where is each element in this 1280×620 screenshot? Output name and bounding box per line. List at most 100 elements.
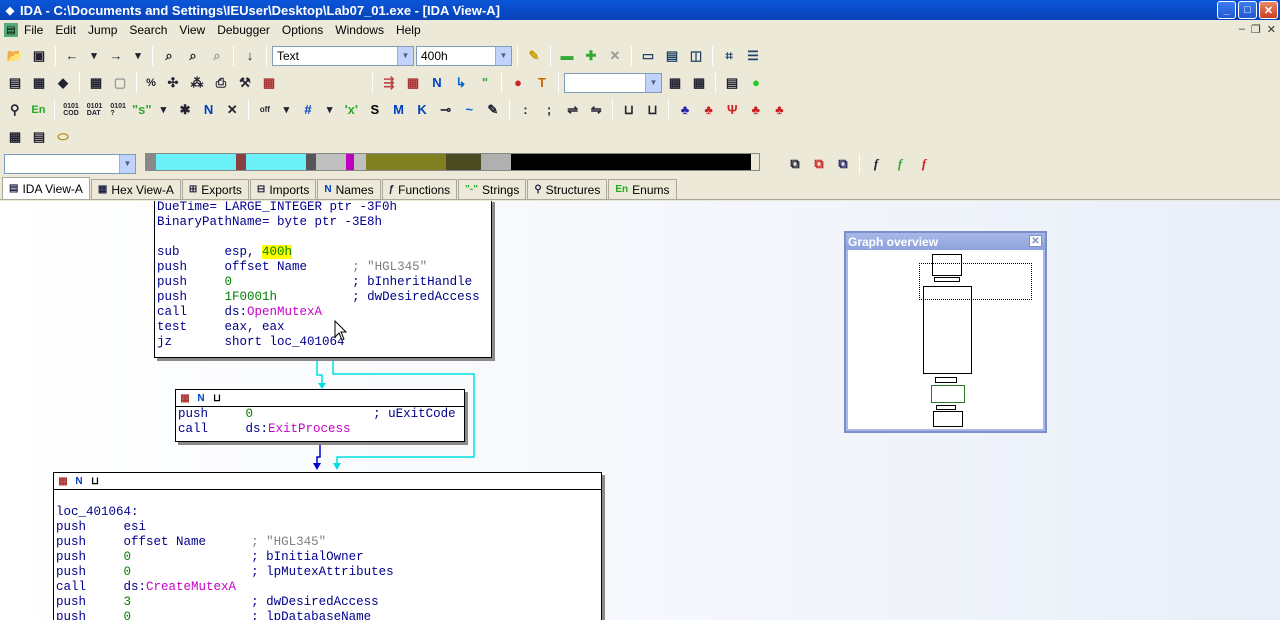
stack-window-icon[interactable]: ⧉	[832, 153, 854, 175]
menu-debugger[interactable]: Debugger	[211, 23, 276, 37]
function-end-icon[interactable]: f	[913, 153, 935, 175]
tab-hex-view-a[interactable]: ▦ Hex View-A	[90, 179, 181, 199]
tab-strings[interactable]: "-" Strings	[458, 179, 527, 199]
menu-edit[interactable]: Edit	[49, 23, 82, 37]
search-next-icon[interactable]: ⌕	[182, 45, 204, 67]
menu-windows[interactable]: Windows	[329, 23, 390, 37]
minimize-button[interactable]: _	[1217, 1, 1236, 19]
mdi-restore-icon[interactable]: ❐	[1251, 23, 1261, 36]
char-icon[interactable]: 'x'	[341, 99, 363, 121]
delete-icon[interactable]: ✕	[604, 45, 626, 67]
disassembly-graph[interactable]: DueTime= LARGE_INTEGER ptr -3F0h BinaryPa…	[0, 201, 1280, 620]
string-format-dropdown-icon[interactable]: ▾	[155, 99, 173, 121]
graph-overview-window[interactable]: Graph overview ✕	[844, 231, 1047, 433]
bars-icon[interactable]: ⊔	[618, 99, 640, 121]
binoculars-icon[interactable]: ⌕	[158, 45, 180, 67]
menu-search[interactable]: Search	[123, 23, 173, 37]
debugger-settings-icon[interactable]: ▦	[688, 72, 710, 94]
print-icon[interactable]: ⎙	[210, 72, 232, 94]
code-block-exit[interactable]: ▦ N ⊔ push 0 ; uExitCode call ds:ExitProc…	[175, 389, 465, 442]
graph-overview-canvas[interactable]	[846, 250, 1045, 431]
mdi-minimize-icon[interactable]: –	[1239, 23, 1245, 36]
cascade-icon[interactable]: ⧉	[784, 153, 806, 175]
db-icon[interactable]: ⬭	[52, 126, 74, 148]
negate-icon[interactable]: ⊸	[435, 99, 457, 121]
code-label[interactable]: loc_401064:	[54, 505, 601, 520]
segment-select[interactable]: ▼	[564, 72, 662, 93]
segments-icon[interactable]: ⇶	[378, 72, 400, 94]
overview-viewport[interactable]	[919, 263, 1032, 300]
menu-options[interactable]: Options	[276, 23, 329, 37]
breakpoint-icon[interactable]: ●	[507, 72, 529, 94]
code-line[interactable]: call ds:ExitProcess	[176, 422, 464, 437]
window-horizontal-icon[interactable]: ▤	[661, 45, 683, 67]
tab-imports[interactable]: ⊟ Imports	[249, 179, 317, 199]
run-icon[interactable]: ●	[745, 72, 767, 94]
strings-quote-icon[interactable]: "	[474, 72, 496, 94]
tables-icon[interactable]: ▦	[402, 72, 424, 94]
display-mode-select[interactable]: Text ▼	[272, 45, 414, 66]
semicolon-icon[interactable]: ;	[538, 99, 560, 121]
graph-user-icon[interactable]: ♣	[745, 99, 767, 121]
brush-icon[interactable]: ✎	[523, 45, 545, 67]
mdi-close-icon[interactable]: ✕	[1267, 23, 1276, 36]
tab-names[interactable]: N Names	[317, 179, 381, 199]
asterisk-icon[interactable]: ✱	[174, 99, 196, 121]
graph-calls-icon[interactable]: ♣	[769, 99, 791, 121]
string-format-icon[interactable]: "s"	[131, 99, 153, 121]
jump-icon[interactable]: ↓	[239, 45, 261, 67]
hash-icon[interactable]: #	[297, 99, 319, 121]
document-icon[interactable]: ▤	[4, 23, 18, 37]
search-text-icon[interactable]: ⌕	[206, 45, 228, 67]
binary-alt-icon[interactable]: 0101?	[107, 99, 129, 121]
chevron-down-icon[interactable]: ▼	[397, 46, 413, 65]
code-line[interactable]: sub esp, 400h	[155, 245, 491, 260]
close-button[interactable]: ✕	[1259, 1, 1278, 19]
restore-button[interactable]: □	[1238, 1, 1257, 19]
menu-help[interactable]: Help	[390, 23, 427, 37]
code-line[interactable]: jz short loc_401064	[155, 335, 491, 350]
code-line[interactable]: push 0 ; bInitialOwner	[54, 550, 601, 565]
code-line[interactable]	[155, 230, 491, 245]
close-icon[interactable]: ✕	[1029, 235, 1042, 247]
list-view-icon[interactable]: ☰	[742, 45, 764, 67]
pencil-icon[interactable]: ✎	[482, 99, 504, 121]
code-line[interactable]: push offset Name ; "HGL345"	[54, 535, 601, 550]
hide-icon[interactable]: ⇋	[585, 99, 607, 121]
code-block-loc-401064[interactable]: ▦ N ⊔ loc_401064: push esi push offset Na…	[53, 472, 602, 620]
back-dropdown-icon[interactable]: ▾	[85, 45, 103, 67]
offset-dropdown-icon[interactable]: ▾	[278, 99, 296, 121]
function-f-icon[interactable]: f	[865, 153, 887, 175]
code-line[interactable]: call ds:OpenMutexA	[155, 305, 491, 320]
bars-alt-icon[interactable]: ⊔	[642, 99, 664, 121]
struct-offset-icon[interactable]: M	[388, 99, 410, 121]
menu-jump[interactable]: Jump	[82, 23, 123, 37]
process-icon[interactable]: ▦	[664, 72, 686, 94]
code-icon[interactable]: ▤	[4, 72, 26, 94]
cross-icon[interactable]: ✕	[221, 99, 243, 121]
tools-icon[interactable]: ⚒	[234, 72, 256, 94]
code-line[interactable]: push esi	[54, 520, 601, 535]
menu-file[interactable]: File	[18, 23, 49, 37]
grid-icon[interactable]: ▦	[258, 72, 280, 94]
collapse-icon[interactable]: ▬	[556, 45, 578, 67]
code-line[interactable]: push 1F0001h ; dwDesiredAccess	[155, 290, 491, 305]
code-line[interactable]: push 0 ; uExitCode	[176, 407, 464, 422]
name-select[interactable]: ▼	[4, 153, 136, 174]
code-line[interactable]: DueTime= LARGE_INTEGER ptr -3F0h	[155, 201, 491, 215]
flow-icon[interactable]: ⇌	[562, 99, 584, 121]
graph-xrefs-from-icon[interactable]: Ψ	[721, 99, 743, 121]
hash-dropdown-icon[interactable]: ▾	[321, 99, 339, 121]
navigation-band[interactable]	[145, 153, 760, 171]
code-line[interactable]: push 3 ; dwDesiredAccess	[54, 595, 601, 610]
code-line[interactable]: push 0 ; lpDatabaseName	[54, 610, 601, 620]
graph-xrefs-to-icon[interactable]: ♣	[698, 99, 720, 121]
structure-icon[interactable]: ⚲	[4, 99, 26, 121]
segment-s-icon[interactable]: S	[364, 99, 386, 121]
binary-code-icon[interactable]: 0101 COD	[60, 99, 82, 121]
script-icon[interactable]: ▤	[28, 126, 50, 148]
expand-icon[interactable]: ✚	[580, 45, 602, 67]
tab-functions[interactable]: ƒ Functions	[381, 179, 458, 199]
function-edit-icon[interactable]: f	[889, 153, 911, 175]
function-jump-icon[interactable]: ↳	[450, 72, 472, 94]
